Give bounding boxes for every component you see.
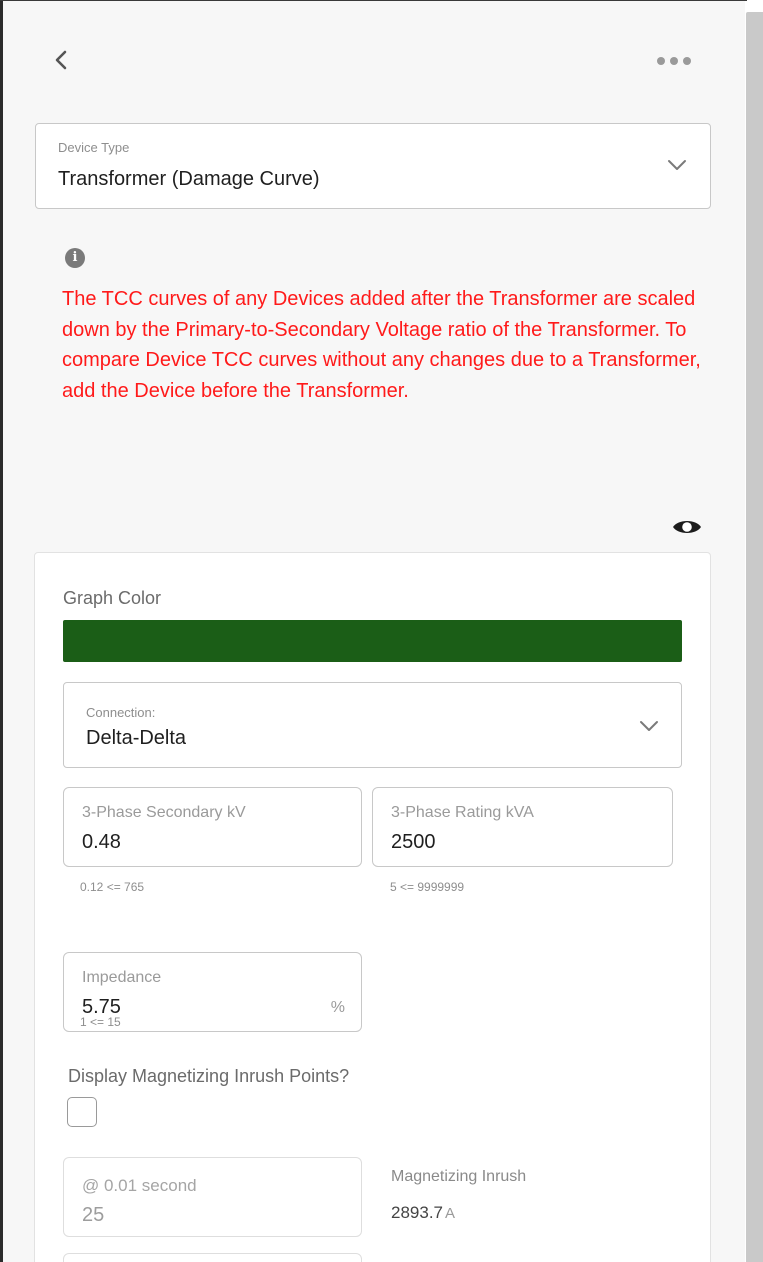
graph-color-swatch[interactable] — [63, 620, 682, 662]
secondary-kv-label: 3-Phase Secondary kV — [82, 804, 246, 821]
graph-color-label: Graph Color — [63, 588, 162, 608]
impedance-label: Impedance — [82, 969, 162, 986]
more-dot — [670, 57, 678, 65]
inrush-point-field[interactable]: @ 0.01 second 25 — [63, 1157, 362, 1237]
more-dot — [683, 57, 691, 65]
magnetizing-inrush-unit: A — [445, 1205, 456, 1222]
next-field-partial[interactable] — [63, 1253, 362, 1262]
rating-kva-label: 3-Phase Rating kVA — [391, 804, 534, 821]
inrush-point-value: 25 — [82, 1204, 105, 1226]
rating-kva-value: 2500 — [391, 831, 436, 853]
inrush-point-label: @ 0.01 second — [82, 1176, 197, 1195]
impedance-hint: 1 <= 15 — [80, 1015, 121, 1029]
secondary-kv-value: 0.48 — [82, 831, 121, 853]
magnetizing-inrush-question: Display Magnetizing Inrush Points? — [68, 1066, 350, 1086]
connection-label: Connection: — [86, 705, 156, 720]
info-icon: i — [65, 248, 85, 268]
more-horizontal-icon — [657, 57, 665, 65]
back-button[interactable] — [46, 42, 76, 78]
device-type-value: Transformer (Damage Curve) — [58, 168, 320, 190]
rating-kva-hint: 5 <= 9999999 — [390, 880, 465, 894]
chevron-left-icon — [55, 50, 67, 70]
chevron-down-icon — [640, 721, 658, 731]
eye-icon[interactable] — [670, 515, 704, 539]
magnetizing-inrush-value: 2893.7 — [391, 1203, 443, 1222]
connection-select[interactable]: Connection: Delta-Delta — [63, 682, 682, 768]
magnetizing-inrush-checkbox[interactable] — [67, 1097, 97, 1127]
transformer-scaling-warning: The TCC curves of any Devices added afte… — [62, 288, 701, 402]
secondary-kv-field[interactable]: 3-Phase Secondary kV 0.48 — [63, 787, 362, 867]
magnetizing-inrush-label: Magnetizing Inrush — [391, 1168, 527, 1185]
device-type-select[interactable]: Device Type Transformer (Damage Curve) — [35, 123, 711, 209]
chevron-down-icon — [668, 160, 686, 170]
rating-kva-field[interactable]: 3-Phase Rating kVA 2500 — [372, 787, 673, 867]
impedance-unit: % — [330, 999, 345, 1016]
connection-value: Delta-Delta — [86, 727, 187, 749]
scrollbar[interactable] — [746, 12, 763, 1262]
secondary-kv-hint: 0.12 <= 765 — [80, 880, 145, 894]
magnetizing-inrush-result: 2893.7 A — [391, 1203, 455, 1223]
more-options-button[interactable] — [648, 48, 700, 74]
device-type-label: Device Type — [58, 140, 130, 155]
